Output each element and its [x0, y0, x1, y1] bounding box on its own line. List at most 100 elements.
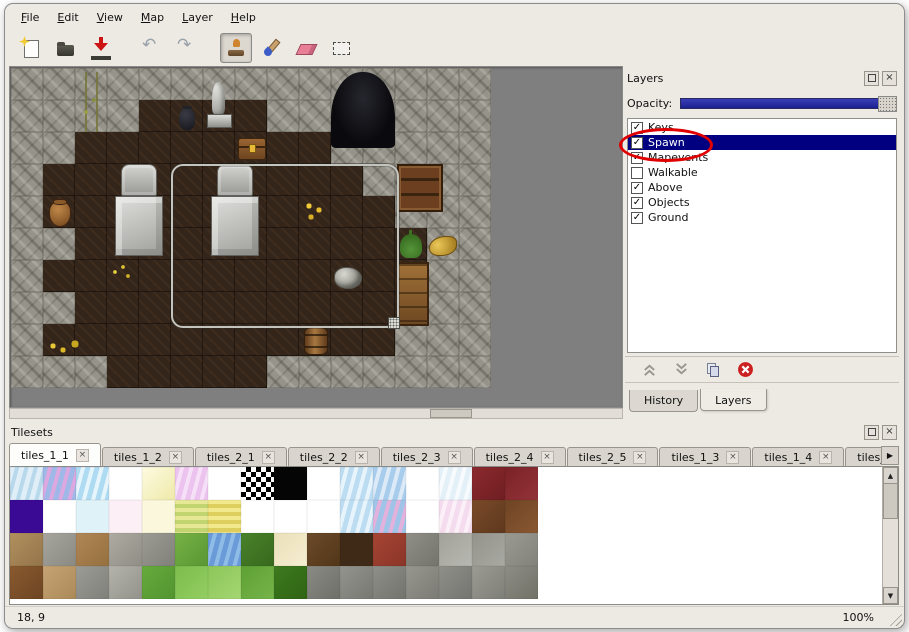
map-tile[interactable]	[43, 132, 75, 164]
map-tile[interactable]	[395, 164, 427, 196]
layer-row-objects[interactable]: Objects	[628, 195, 896, 210]
map-tile[interactable]	[459, 132, 491, 164]
palette-tile[interactable]	[241, 566, 274, 599]
palette-tile[interactable]	[241, 533, 274, 566]
map-tile[interactable]	[75, 132, 107, 164]
palette-tile[interactable]	[208, 533, 241, 566]
palette-tile[interactable]	[208, 500, 241, 533]
palette-tile[interactable]	[340, 500, 373, 533]
map-tile[interactable]	[107, 100, 139, 132]
menu-map[interactable]: Map	[133, 8, 172, 27]
palette-tile[interactable]	[373, 500, 406, 533]
map-tile[interactable]	[139, 196, 171, 228]
palette-tile[interactable]	[109, 533, 142, 566]
map-tile[interactable]	[299, 132, 331, 164]
palette-tile[interactable]	[439, 566, 472, 599]
tileset-tab-tiles_2_1[interactable]: tiles_2_1	[195, 447, 287, 466]
map-tile[interactable]	[43, 292, 75, 324]
map-tile[interactable]	[459, 292, 491, 324]
map-tile[interactable]	[107, 164, 139, 196]
map-tile[interactable]	[235, 100, 267, 132]
new-button[interactable]	[15, 33, 47, 63]
map-tile[interactable]	[139, 356, 171, 388]
map-tile[interactable]	[427, 260, 459, 292]
map-tile[interactable]	[107, 356, 139, 388]
palette-tile[interactable]	[43, 500, 76, 533]
layer-visible-checkbox[interactable]	[631, 212, 643, 224]
map-tile[interactable]	[427, 164, 459, 196]
map-tile[interactable]	[43, 228, 75, 260]
selection-resize-handle[interactable]	[388, 317, 400, 329]
map-tile[interactable]	[331, 132, 363, 164]
map-tile[interactable]	[459, 68, 491, 100]
map-tile[interactable]	[395, 100, 427, 132]
map-tile[interactable]	[11, 292, 43, 324]
map-tile[interactable]	[299, 100, 331, 132]
menu-edit[interactable]: Edit	[49, 8, 86, 27]
tab-close-icon[interactable]	[169, 451, 182, 464]
palette-tile[interactable]	[10, 566, 43, 599]
scroll-down-button[interactable]	[883, 587, 898, 604]
palette-tile[interactable]	[505, 533, 538, 566]
palette-tile[interactable]	[208, 566, 241, 599]
palette-tile[interactable]	[175, 533, 208, 566]
map-tile[interactable]	[11, 164, 43, 196]
tab-close-icon[interactable]	[726, 451, 739, 464]
move-layer-up-button[interactable]	[639, 361, 659, 379]
map-tile[interactable]	[171, 324, 203, 356]
layer-visible-checkbox[interactable]	[631, 167, 643, 179]
open-button[interactable]	[50, 33, 82, 63]
select-tool-button[interactable]	[325, 33, 357, 63]
dock-tab-history[interactable]: History	[629, 390, 698, 412]
palette-tile[interactable]	[472, 566, 505, 599]
tileset-tab-tiles_1_3[interactable]: tiles_1_3	[659, 447, 751, 466]
map-tile[interactable]	[139, 260, 171, 292]
tab-close-icon[interactable]	[355, 451, 368, 464]
map-tile[interactable]	[11, 324, 43, 356]
palette-tile[interactable]	[208, 467, 241, 500]
map-tile[interactable]	[427, 132, 459, 164]
tileset-tab-tiles_1_4[interactable]: tiles_1_4	[752, 447, 844, 466]
map-tile[interactable]	[395, 68, 427, 100]
map-tile[interactable]	[267, 100, 299, 132]
palette-tile[interactable]	[142, 500, 175, 533]
map-tile[interactable]	[299, 68, 331, 100]
map-tile[interactable]	[427, 100, 459, 132]
tab-scroll-right-button[interactable]	[881, 446, 899, 465]
map-tile[interactable]	[75, 68, 107, 100]
map-tile[interactable]	[235, 356, 267, 388]
palette-tile[interactable]	[142, 566, 175, 599]
palette-tile[interactable]	[274, 566, 307, 599]
map-tile[interactable]	[459, 228, 491, 260]
map-tile[interactable]	[171, 68, 203, 100]
map-tile[interactable]	[331, 356, 363, 388]
palette-tile[interactable]	[505, 467, 538, 500]
palette-tile[interactable]	[10, 500, 43, 533]
brush-tool-button[interactable]	[255, 33, 287, 63]
map-tile[interactable]	[363, 132, 395, 164]
palette-tile[interactable]	[76, 533, 109, 566]
map-tile[interactable]	[107, 68, 139, 100]
layer-row-ground[interactable]: Ground	[628, 210, 896, 225]
map-tile[interactable]	[427, 356, 459, 388]
map-tile[interactable]	[43, 196, 75, 228]
map-tile[interactable]	[267, 324, 299, 356]
map-tile[interactable]	[459, 100, 491, 132]
palette-tile[interactable]	[505, 566, 538, 599]
map-horizontal-scrollbar[interactable]	[9, 408, 623, 419]
opacity-slider-handle[interactable]	[878, 96, 897, 112]
tab-close-icon[interactable]	[262, 451, 275, 464]
map-tile[interactable]	[267, 132, 299, 164]
tilesets-panel-float-button[interactable]	[864, 425, 879, 440]
map-tile[interactable]	[11, 260, 43, 292]
map-selection[interactable]	[171, 164, 399, 328]
map-viewport[interactable]	[9, 66, 623, 408]
map-tile[interactable]	[363, 356, 395, 388]
map-tile[interactable]	[203, 356, 235, 388]
map-tile[interactable]	[139, 100, 171, 132]
palette-tile[interactable]	[76, 500, 109, 533]
palette-tile[interactable]	[505, 500, 538, 533]
layers-panel-close-button[interactable]: ×	[882, 71, 897, 86]
tab-close-icon[interactable]	[448, 451, 461, 464]
map-tile[interactable]	[235, 68, 267, 100]
